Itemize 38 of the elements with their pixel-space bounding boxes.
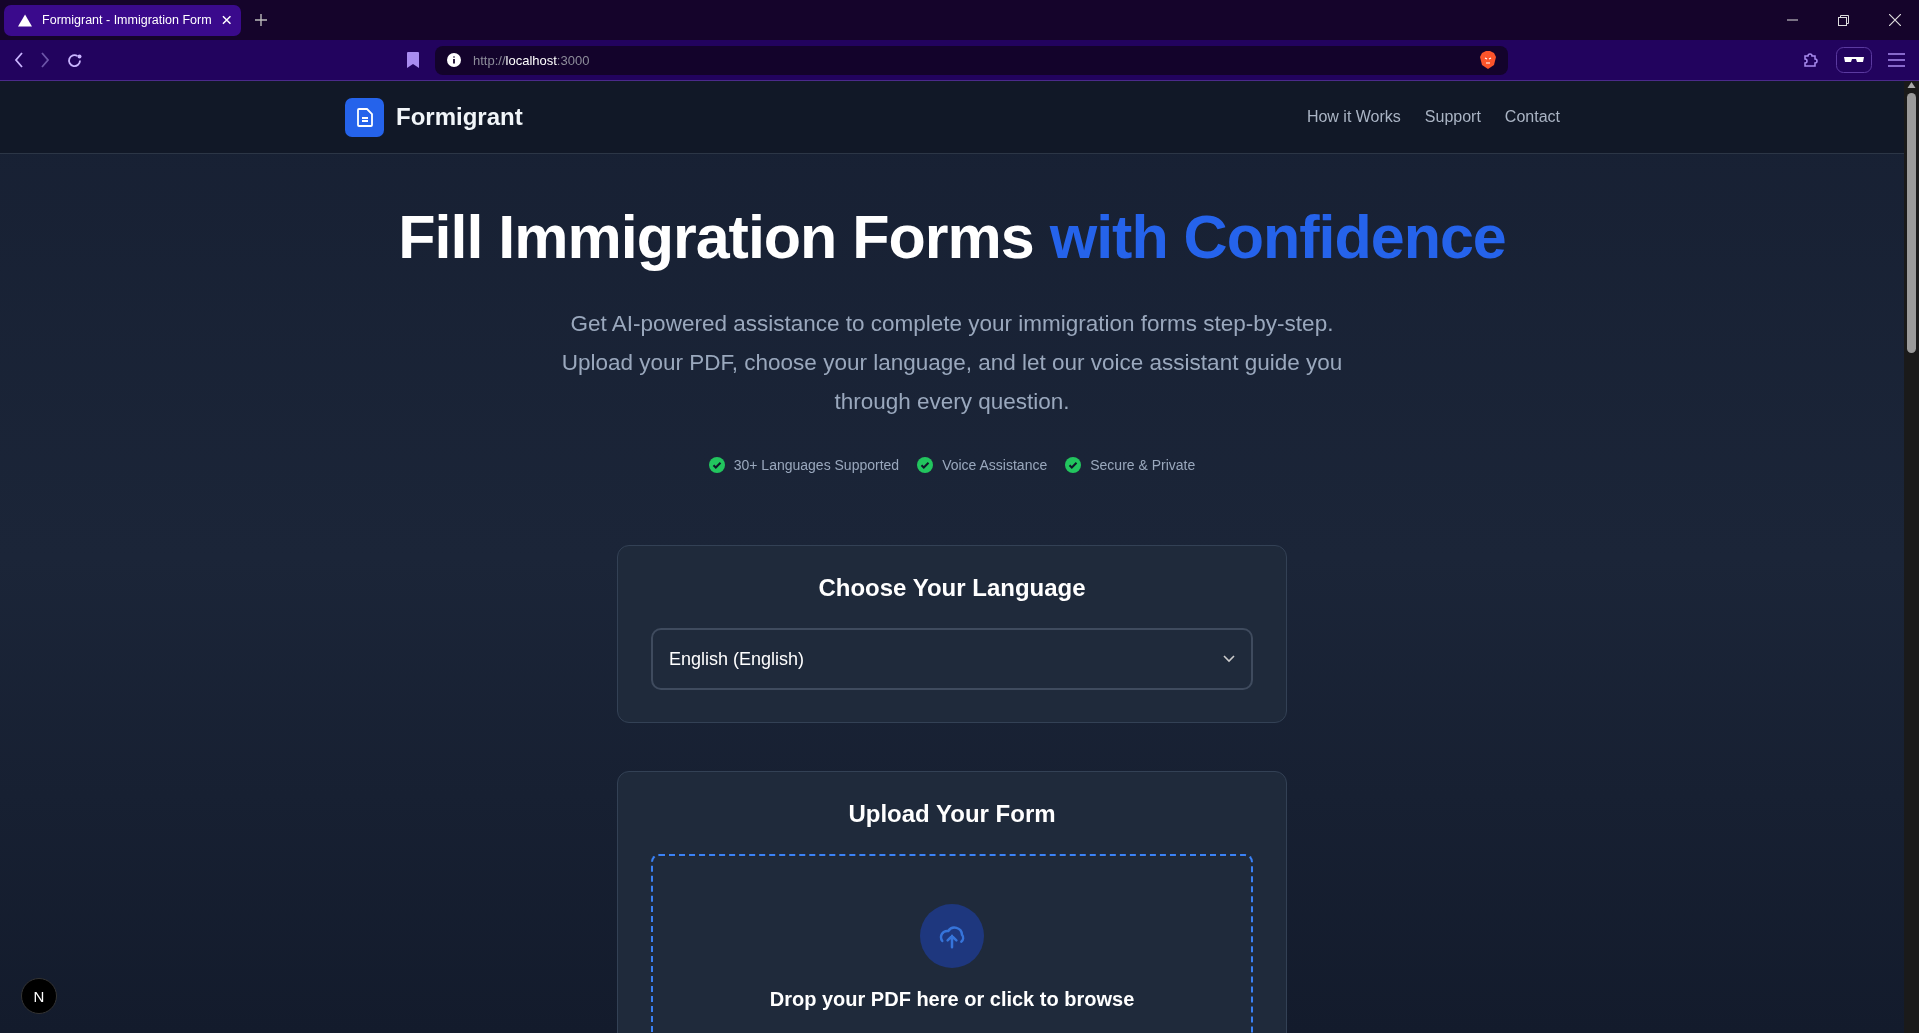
hero-title: Fill Immigration Forms with Confidence	[398, 202, 1506, 272]
feature-label: Secure & Private	[1090, 457, 1196, 473]
triangle-icon	[18, 13, 33, 27]
drop-prompt: Drop your PDF here or click to browse	[769, 988, 1135, 1011]
check-icon	[917, 457, 934, 473]
new-tab-icon[interactable]	[255, 14, 267, 26]
browser-tab[interactable]: Formigrant - Immigration Form	[4, 4, 241, 36]
menu-icon[interactable]	[1888, 53, 1905, 67]
lion-icon[interactable]	[1480, 51, 1496, 69]
document-icon	[345, 97, 384, 137]
hero-subtitle: Get AI-powered assistance to complete your immigration forms step-by-step. Upload your PDF, choose your language, and let our voice assistant guide you through every question.	[560, 310, 1344, 416]
tab-title: Formigrant - Immigration Form	[42, 13, 212, 27]
restore-icon[interactable]	[1838, 14, 1849, 26]
check-icon	[1065, 457, 1082, 473]
check-icon	[708, 457, 725, 473]
dev-badge[interactable]: N	[21, 978, 57, 1014]
nav-link[interactable]: Contact	[1504, 108, 1560, 126]
card-title: Upload Your Form	[848, 800, 1056, 828]
scrollbar-thumb[interactable]	[1907, 93, 1916, 353]
close-icon[interactable]	[1889, 14, 1901, 26]
card-title: Choose Your Language	[818, 574, 1086, 602]
back-icon[interactable]	[14, 52, 24, 68]
feature-label: 30+ Languages Supported	[733, 457, 900, 473]
language-select[interactable]: English (English)	[651, 628, 1253, 690]
url-text: http://localhost:3000	[473, 52, 591, 68]
chevron-icon	[1223, 655, 1235, 663]
brand-name: Formigrant	[396, 103, 523, 131]
forward-icon[interactable]	[40, 52, 50, 68]
puzzle-icon[interactable]	[1802, 51, 1820, 69]
nav-link[interactable]: How it Works	[1306, 108, 1401, 126]
reload-icon[interactable]	[66, 51, 83, 69]
glasses-icon[interactable]	[1836, 47, 1872, 73]
bookmark-icon[interactable]	[407, 52, 419, 68]
feature-label: Voice Assistance	[942, 457, 1048, 473]
info-icon	[447, 53, 461, 67]
address-bar[interactable]: http://localhost:3000	[435, 45, 1508, 75]
drop-zone[interactable]: Drop your PDF here or click to browse	[651, 854, 1253, 1033]
nav-link[interactable]: Support	[1424, 108, 1481, 126]
